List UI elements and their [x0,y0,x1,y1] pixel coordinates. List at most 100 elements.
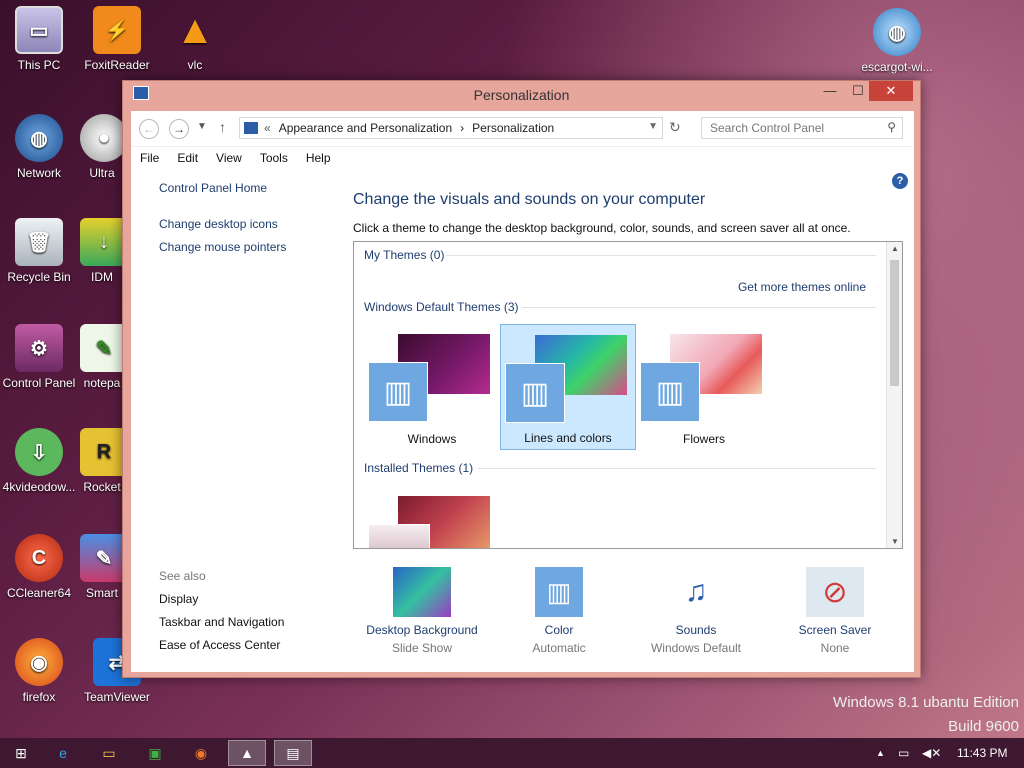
desktop-icon-control-panel[interactable]: ⚙ Control Panel [0,324,78,390]
see-also: See also Display Taskbar and Navigation … [159,569,284,661]
desktop-icon-escargot[interactable]: ◍ escargot-wi... [858,8,936,74]
desktop-icon-4kvideodownloader[interactable]: ⇩ 4kvideodow... [0,428,78,494]
breadcrumb-appearance[interactable]: Appearance and Personalization [279,121,452,135]
control-panel-icon: ⚙ [15,324,63,372]
color-palette-icon: ▥ [505,363,565,423]
watermark-build: Build 9600 [948,718,1019,735]
get-more-themes-link[interactable]: Get more themes online [738,280,866,294]
taskbar-firefox[interactable]: ◉ [182,740,220,766]
minimize-button[interactable]: — [815,81,845,101]
vlc-cone-icon: ▲ [175,7,215,52]
refresh-icon[interactable]: ↻ [669,119,681,136]
computer-icon: ▭ [15,6,63,54]
desktop-icon-firefox[interactable]: ◉ firefox [0,638,78,704]
desktop-icon-rocket[interactable]: R Rocket [80,428,128,494]
windows-logo-icon: ⊞ [15,744,27,761]
color-setting[interactable]: ▥ Color Automatic [489,567,629,655]
change-mouse-pointers-link[interactable]: Change mouse pointers [159,240,339,254]
show-hidden-icons[interactable]: ▲ [876,748,885,758]
taskbar-personalization[interactable]: ▤ [274,740,312,766]
taskbar-store[interactable]: ▣ [136,740,174,766]
page-description: Click a theme to change the desktop back… [353,221,851,235]
menu-tools[interactable]: Tools [251,147,297,169]
rocket-icon: R [80,428,128,476]
divider [522,307,876,308]
search-icon[interactable]: ⚲ [887,120,896,134]
color-palette-icon: ▥ [535,567,583,617]
color-palette-icon: ▥ [368,362,428,422]
control-panel-home-link[interactable]: Control Panel Home [159,181,339,195]
themes-list[interactable]: My Themes (0) Get more themes online Win… [353,241,903,549]
desktop-icon-this-pc[interactable]: ▭ This PC [0,6,78,72]
desktop-icon-vlc[interactable]: ▲ vlc [156,6,234,73]
screen-saver-setting[interactable]: ⊘ Screen Saver None [765,567,905,655]
help-icon[interactable]: ? [892,173,908,189]
menu-help[interactable]: Help [297,147,340,169]
pdf-icon: ⚡ [93,6,141,54]
desktop-background-icon [393,567,451,617]
address-bar-row: ← → ▼ ↑ « Appearance and Personalization… [131,111,914,147]
store-icon: ▣ [148,744,162,761]
desktop-icon-smart[interactable]: ✎ Smart [80,534,128,600]
up-arrow-icon[interactable]: ↑ [219,119,226,135]
themes-scrollbar[interactable]: ▲ ▼ [886,242,902,548]
taskbar: ⊞ e ▭ ▣ ◉ ▲ ▤ ▲ ▭ ◀✕ 11:43 PM [0,738,1024,768]
personalization-icon: ▤ [286,744,300,761]
clock[interactable]: 11:43 PM [957,746,1007,760]
idm-icon: ↓ [80,218,128,266]
desktop-icon-recycle-bin[interactable]: 🗑 Recycle Bin [0,218,78,284]
folder-icon: ▭ [102,744,116,761]
left-nav: Control Panel Home Change desktop icons … [159,181,339,263]
menu-file[interactable]: File [131,147,168,169]
display-link[interactable]: Display [159,592,284,606]
taskbar-explorer[interactable]: ▭ [90,740,128,766]
photos-icon: ▲ [240,745,254,761]
recent-locations-icon[interactable]: ▼ [197,121,207,132]
theme-flowers[interactable]: ▥ Flowers [636,324,772,450]
desktop-icon-network[interactable]: ◍ Network [0,114,78,180]
volume-muted-icon[interactable]: ◀✕ [922,746,941,760]
sounds-icon: ♫ [684,575,708,608]
desktop-icon-ccleaner[interactable]: C CCleaner64 [0,534,78,600]
divider [446,255,876,256]
smart-icon: ✎ [80,534,128,582]
main-header: Change the visuals and sounds on your co… [353,191,851,235]
divider [478,468,876,469]
menu-view[interactable]: View [207,147,251,169]
change-desktop-icons-link[interactable]: Change desktop icons [159,217,339,231]
my-themes-header: My Themes (0) [364,248,445,262]
title-bar[interactable]: Personalization — ☐ ✕ [123,81,920,109]
forward-button[interactable]: → [169,119,189,139]
theme-windows[interactable]: ▥ Windows [364,324,500,450]
theme-lines-and-colors[interactable]: ▥ Lines and colors [500,324,636,450]
taskbar-ie[interactable]: e [44,740,82,766]
desktop-background-setting[interactable]: Desktop Background Slide Show [352,567,492,655]
taskbar-navigation-link[interactable]: Taskbar and Navigation [159,615,284,629]
breadcrumb[interactable]: « Appearance and Personalization › Perso… [239,117,663,139]
close-button[interactable]: ✕ [869,81,913,101]
download-icon: ⇩ [15,428,63,476]
firefox-icon: ◉ [194,744,208,761]
desktop-icon-notepad[interactable]: ✎ notepa [80,324,128,390]
taskbar-photos[interactable]: ▲ [228,740,266,766]
scroll-up-icon[interactable]: ▲ [891,244,899,253]
globe-icon: ◍ [15,114,63,162]
screen-saver-icon: ⊘ [806,567,864,617]
sounds-setting[interactable]: ♫ Sounds Windows Default [626,567,766,655]
ease-of-access-link[interactable]: Ease of Access Center [159,638,284,652]
back-button[interactable]: ← [139,119,159,139]
desktop-icon-ultra[interactable]: ● Ultra [80,114,128,180]
desktop-icon-idm[interactable]: ↓ IDM [80,218,128,284]
search-input[interactable]: Search Control Panel ⚲ [701,117,903,139]
start-button[interactable]: ⊞ [2,740,40,766]
installed-themes-header: Installed Themes (1) [364,461,474,475]
window-client: ← → ▼ ↑ « Appearance and Personalization… [131,111,914,672]
scrollbar-thumb[interactable] [890,260,899,386]
desktop-icon-foxitreader[interactable]: ⚡ FoxitReader [78,6,156,72]
network-icon[interactable]: ▭ [898,746,909,760]
menu-edit[interactable]: Edit [168,147,207,169]
scroll-down-icon[interactable]: ▼ [891,537,899,546]
window-title: Personalization [473,87,570,103]
breadcrumb-personalization[interactable]: Personalization [472,121,554,135]
chevron-down-icon[interactable]: ▼ [648,121,658,132]
